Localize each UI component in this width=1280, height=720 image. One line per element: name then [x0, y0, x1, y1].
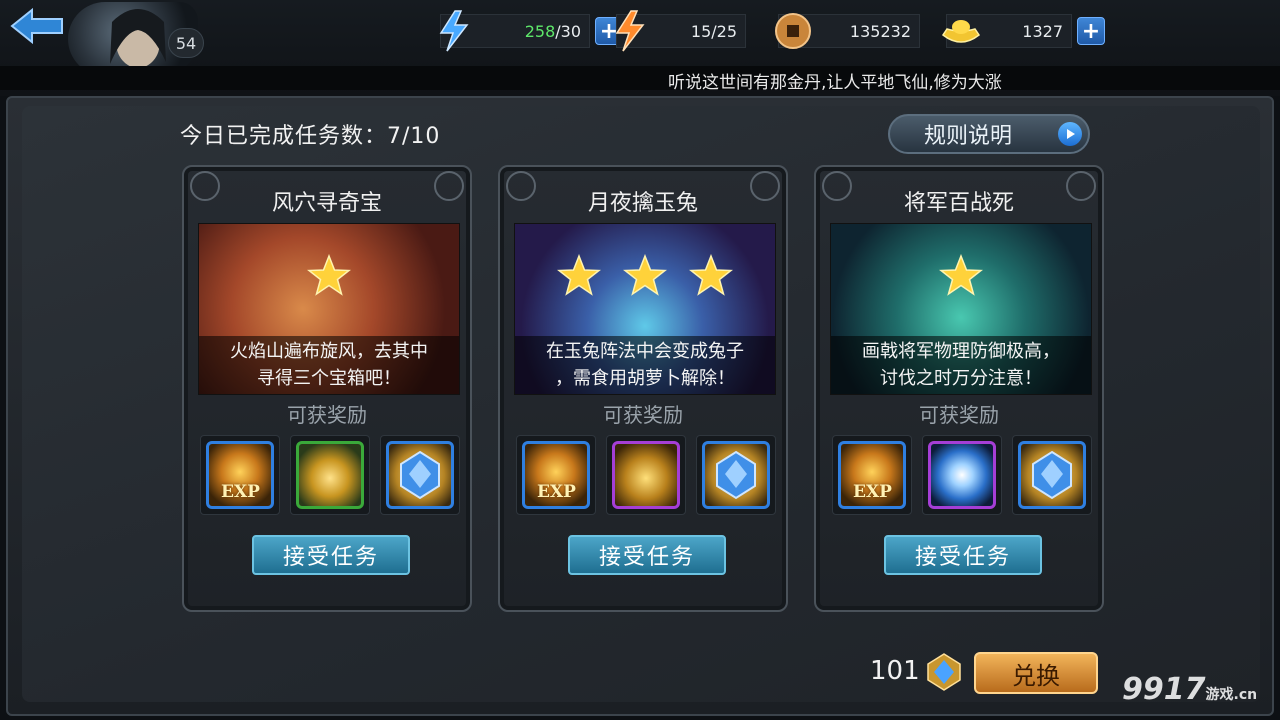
task-card-moon-rabbit: 月夜擒玉兔 在玉兔阵法中会变成兔子 ，需食用胡萝卜解除！ 可获奖励 EXP 接受… — [498, 165, 788, 612]
task-description: 画戟将军物理防御极高， 讨伐之时万分注意！ — [831, 336, 1091, 394]
task-title: 风穴寻奇宝 — [271, 191, 382, 216]
watermark-domain: .cn — [1233, 687, 1258, 703]
task-card-general: 将军百战死 画戟将军物理防御极高， 讨伐之时万分注意！ 可获奖励 EXP 接受任… — [814, 165, 1104, 612]
reward-slot[interactable] — [380, 435, 460, 515]
add-gold-button[interactable]: + — [1077, 17, 1105, 45]
accept-task-button[interactable]: 接受任务 — [884, 535, 1042, 575]
vitality-lightning-icon — [615, 10, 645, 52]
treasure-bag-icon — [612, 441, 680, 509]
spirit-orb-icon — [928, 441, 996, 509]
jade-gem-icon — [927, 653, 961, 691]
marquee-text: 听说这世间有那金丹,让人平地飞仙,修为大涨 — [668, 73, 1002, 93]
top-bar: 54 258 /30 + 15/25 135232 1327 + 听说这世间有那… — [0, 0, 1280, 96]
exp-icon: EXP — [838, 441, 906, 509]
jade-count: 101 — [870, 656, 920, 686]
stamina-current: 258 — [524, 21, 556, 41]
task-description: 在玉兔阵法中会变成兔子 ，需食用胡萝卜解除！ — [515, 336, 775, 394]
reward-slot[interactable] — [290, 435, 370, 515]
star-icon — [939, 254, 983, 296]
play-arrow-icon — [1058, 122, 1082, 146]
back-arrow-icon[interactable] — [8, 6, 66, 46]
gold-display: 1327 + — [941, 14, 1105, 48]
task-description-line: 火焰山遍布旋风，去其中 — [230, 341, 428, 362]
reward-label: 可获奖励 — [919, 403, 999, 427]
accept-task-button[interactable]: 接受任务 — [568, 535, 726, 575]
stamina-lightning-icon — [439, 10, 469, 52]
star-icon — [557, 254, 601, 296]
site-watermark: 9917游戏.cn — [1122, 672, 1257, 707]
copper-amount: 135232 — [849, 21, 911, 41]
reward-slot[interactable]: EXP — [516, 435, 596, 515]
completed-task-count: 今日已完成任务数：7/10 — [180, 124, 441, 149]
copper-coin-icon — [775, 13, 811, 49]
reward-slot[interactable] — [922, 435, 1002, 515]
difficulty-stars — [199, 254, 459, 298]
jade-gem-icon — [386, 441, 454, 509]
task-title: 将军百战死 — [903, 191, 1014, 216]
task-scene-image: 画戟将军物理防御极高， 讨伐之时万分注意！ — [830, 223, 1092, 395]
jade-gem-icon — [702, 441, 770, 509]
news-marquee: 听说这世间有那金丹,让人平地飞仙,修为大涨 — [0, 66, 1280, 93]
exp-icon: EXP — [522, 441, 590, 509]
jade-gem-icon — [1018, 441, 1086, 509]
rules-button-label: 规则说明 — [924, 124, 1013, 149]
reward-label: 可获奖励 — [287, 403, 367, 427]
task-description-line: 画戟将军物理防御极高， — [862, 341, 1060, 362]
reward-slot[interactable]: EXP — [832, 435, 912, 515]
task-description-line: 在玉兔阵法中会变成兔子 — [546, 341, 744, 362]
reward-list: EXP — [200, 435, 460, 515]
difficulty-stars — [515, 254, 775, 298]
player-level-badge: 54 — [168, 28, 204, 58]
task-description-line: 讨伐之时万分注意！ — [880, 368, 1042, 389]
exp-text: EXP — [221, 482, 260, 502]
task-scene-image: 在玉兔阵法中会变成兔子 ，需食用胡萝卜解除！ — [514, 223, 776, 395]
vitality-value: 15/25 — [690, 21, 737, 41]
reward-label: 可获奖励 — [603, 403, 683, 427]
reward-slot[interactable]: EXP — [200, 435, 280, 515]
exp-text: EXP — [537, 482, 576, 502]
star-icon — [307, 254, 351, 296]
reward-slot[interactable] — [1012, 435, 1092, 515]
exchange-button[interactable]: 兑换 — [974, 652, 1098, 694]
task-scene-image: 火焰山遍布旋风，去其中 寻得三个宝箱吧！ — [198, 223, 460, 395]
reward-slot[interactable] — [696, 435, 776, 515]
watermark-suffix: 游戏 — [1205, 687, 1234, 703]
gold-ingot-icon — [941, 20, 981, 43]
task-card-wind-cave: 风穴寻奇宝 火焰山遍布旋风，去其中 寻得三个宝箱吧！ 可获奖励 EXP 接受任务 — [182, 165, 472, 612]
task-description: 火焰山遍布旋风，去其中 寻得三个宝箱吧！ — [199, 336, 459, 394]
exp-text: EXP — [853, 482, 892, 502]
watermark-number: 9917 — [1122, 672, 1206, 707]
stamina-display: 258 /30 + — [439, 10, 623, 52]
gold-amount: 1327 — [1022, 21, 1063, 41]
reward-list: EXP — [832, 435, 1092, 515]
exp-icon: EXP — [206, 441, 274, 509]
star-icon — [623, 254, 667, 296]
task-description-line: ，需食用胡萝卜解除！ — [555, 368, 735, 389]
task-title: 月夜擒玉兔 — [587, 191, 698, 216]
copper-display: 135232 — [775, 13, 920, 49]
reward-slot[interactable] — [606, 435, 686, 515]
stamina-max: /30 — [555, 21, 581, 41]
star-icon — [689, 254, 733, 296]
accept-task-button[interactable]: 接受任务 — [252, 535, 410, 575]
vitality-display: 15/25 — [615, 10, 746, 52]
task-description-line: 寻得三个宝箱吧！ — [257, 368, 401, 389]
rules-button[interactable]: 规则说明 — [888, 114, 1090, 154]
reward-list: EXP — [516, 435, 776, 515]
difficulty-stars — [831, 254, 1091, 298]
gold-coins-icon — [296, 441, 364, 509]
